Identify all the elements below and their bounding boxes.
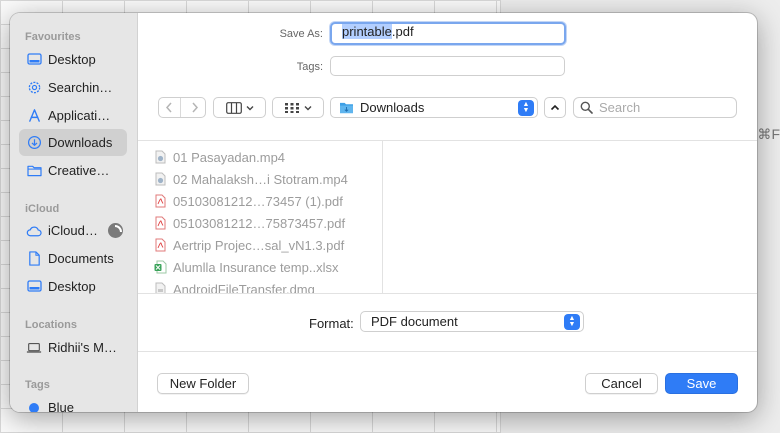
tags-field[interactable] xyxy=(330,56,565,76)
sidebar-item-label: Blue xyxy=(48,400,75,412)
forward-button[interactable] xyxy=(185,98,206,117)
nav-back-forward xyxy=(158,97,206,118)
folder-icon xyxy=(26,163,42,179)
document-icon xyxy=(26,251,42,267)
sidebar-item-label: Creative… xyxy=(48,163,110,178)
columns-view-icon xyxy=(225,101,242,114)
sidebar-item-searching[interactable]: Searchin… xyxy=(19,74,127,101)
cancel-button[interactable]: Cancel xyxy=(585,373,658,394)
chevron-left-icon xyxy=(166,102,172,113)
format-label: Format: xyxy=(309,316,354,331)
popup-stepper-icon: ▲ ▼ xyxy=(518,99,534,116)
location-popup-label: Downloads xyxy=(360,100,425,115)
sidebar-item-documents[interactable]: Documents xyxy=(19,245,127,272)
excel-file-icon xyxy=(154,260,167,275)
filename-selected-text: printable xyxy=(342,24,392,39)
favourites-header: Favourites xyxy=(25,31,81,43)
chevron-right-icon xyxy=(192,102,198,113)
sidebar: Favourites Desktop Searchin… Applicati… … xyxy=(10,13,138,412)
file-row[interactable]: 01 Pasayadan.mp4 xyxy=(154,147,285,167)
new-folder-button[interactable]: New Folder xyxy=(157,373,249,394)
view-icons-button[interactable] xyxy=(272,97,324,118)
sidebar-item-icloud-desktop[interactable]: Desktop xyxy=(19,273,127,300)
file-row[interactable]: AndroidFileTransfer.dmg xyxy=(154,279,315,293)
sidebar-item-icloud-drive[interactable]: iCloud… xyxy=(19,217,127,244)
blue-tag-dot-icon xyxy=(29,402,39,412)
gear-icon xyxy=(26,80,42,96)
save-as-label: Save As: xyxy=(279,28,323,40)
disk-image-file-icon xyxy=(154,282,167,293)
sidebar-item-label: Downloads xyxy=(48,135,113,150)
tags-label: Tags: xyxy=(296,61,323,73)
tags-header: Tags xyxy=(25,379,50,391)
expand-collapse-button[interactable] xyxy=(544,97,566,118)
pdf-file-icon xyxy=(154,238,167,253)
pdf-file-icon xyxy=(154,194,167,209)
sidebar-item-label: Ridhii's M… xyxy=(48,340,117,355)
desktop-icon xyxy=(26,52,42,68)
file-list-column: 01 Pasayadan.mp4 02 Mahalaksh…i Stotram.… xyxy=(138,141,383,293)
file-name: 05103081212…75873457.pdf xyxy=(173,215,346,231)
file-name: 05103081212…73457 (1).pdf xyxy=(173,193,343,209)
file-row[interactable]: 05103081212…75873457.pdf xyxy=(154,213,345,233)
icloud-header: iCloud xyxy=(25,203,60,215)
cloud-icon xyxy=(26,223,42,239)
search-icon xyxy=(580,101,593,114)
filename-extension-text: .pdf xyxy=(391,24,414,39)
sidebar-item-macbook[interactable]: Ridhii's M… xyxy=(19,334,127,361)
sidebar-item-label: Applicati… xyxy=(48,108,111,123)
sidebar-item-applications[interactable]: Applicati… xyxy=(19,102,127,129)
file-row[interactable]: Alumlla Insurance temp..xlsx xyxy=(154,257,338,277)
locations-header: Locations xyxy=(25,319,77,331)
save-button[interactable]: Save xyxy=(665,373,738,394)
empty-column xyxy=(383,141,757,293)
file-name: Aertrip Projec…sal_vN1.3.pdf xyxy=(173,237,345,253)
video-file-icon xyxy=(154,172,167,187)
location-popup[interactable]: Downloads ▲ ▼ xyxy=(330,97,538,118)
sidebar-item-desktop[interactable]: Desktop xyxy=(19,46,127,73)
file-name: 02 Mahalaksh…i Stotram.mp4 xyxy=(173,171,348,187)
sidebar-item-label: Desktop xyxy=(48,279,96,294)
format-popup-value: PDF document xyxy=(371,314,458,329)
file-browser: 01 Pasayadan.mp4 02 Mahalaksh…i Stotram.… xyxy=(138,140,757,294)
sidebar-item-tag-blue[interactable]: Blue xyxy=(19,394,127,412)
chevron-up-icon xyxy=(550,104,560,111)
search-placeholder: Search xyxy=(599,100,641,115)
sidebar-item-creative[interactable]: Creative… xyxy=(19,157,127,184)
downloads-folder-icon xyxy=(340,102,353,114)
sidebar-item-label: Desktop xyxy=(48,52,96,67)
video-file-icon xyxy=(154,150,167,165)
chevron-down-icon xyxy=(304,105,312,110)
grid-view-icon xyxy=(285,102,299,113)
sidebar-item-label: Documents xyxy=(48,251,114,266)
file-name: 01 Pasayadan.mp4 xyxy=(173,149,286,165)
sidebar-item-downloads[interactable]: Downloads xyxy=(19,129,127,156)
file-row[interactable]: 02 Mahalaksh…i Stotram.mp4 xyxy=(154,169,348,189)
search-field[interactable]: Search xyxy=(573,97,737,118)
pdf-file-icon xyxy=(154,216,167,231)
file-name: Alumlla Insurance temp..xlsx xyxy=(173,259,339,275)
download-icon xyxy=(26,135,42,151)
sidebar-item-label: Searchin… xyxy=(48,80,113,95)
laptop-icon xyxy=(26,340,42,356)
main-panel: Save As: printable.pdf Tags: Downloads ▲… xyxy=(138,13,757,412)
format-popup[interactable]: PDF document ▲ ▼ xyxy=(360,311,584,332)
footer-divider xyxy=(138,351,757,352)
save-as-field[interactable]: printable.pdf xyxy=(330,22,566,45)
background-shortcut-text: ⌘F xyxy=(757,126,780,142)
back-button[interactable] xyxy=(159,98,181,117)
file-name: AndroidFileTransfer.dmg xyxy=(173,281,315,294)
file-row[interactable]: 05103081212…73457 (1).pdf xyxy=(154,191,343,211)
save-dialog: Favourites Desktop Searchin… Applicati… … xyxy=(10,13,757,412)
desktop-icon xyxy=(26,279,42,295)
file-row[interactable]: Aertrip Projec…sal_vN1.3.pdf xyxy=(154,235,344,255)
popup-stepper-icon: ▲ ▼ xyxy=(564,313,580,330)
sidebar-item-label: iCloud… xyxy=(48,223,98,238)
applications-icon xyxy=(26,108,42,124)
view-columns-button[interactable] xyxy=(213,97,266,118)
sync-progress-icon xyxy=(108,223,123,238)
chevron-down-icon xyxy=(246,105,253,110)
